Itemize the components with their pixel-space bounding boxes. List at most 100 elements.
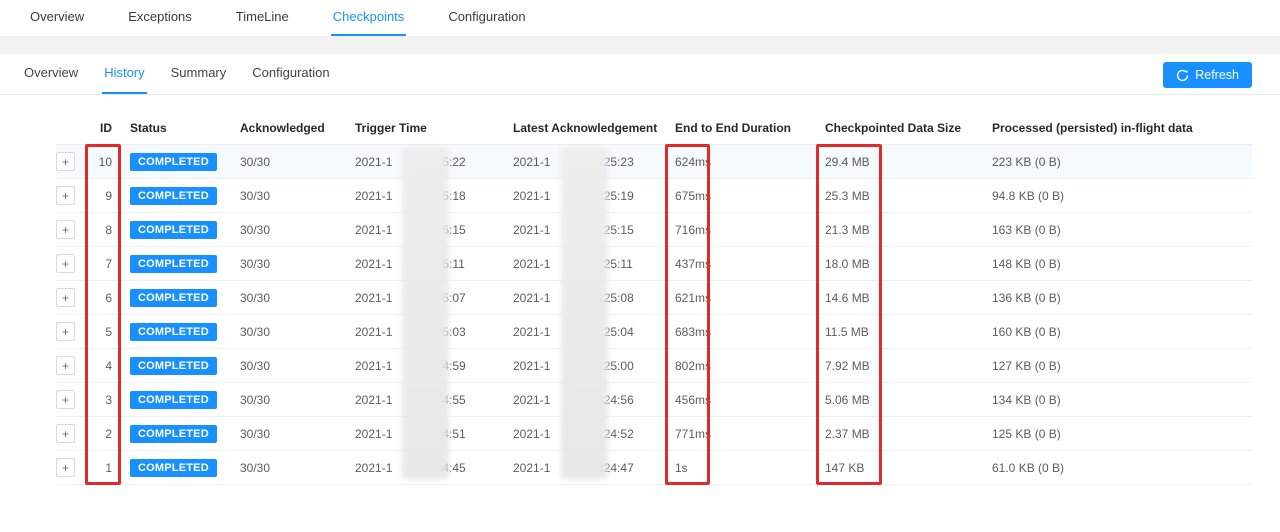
trigger-time-suffix: 5:07 bbox=[442, 291, 465, 305]
expand-row-button[interactable]: + bbox=[56, 424, 75, 443]
data-size-cell: 25.3 MB bbox=[825, 189, 992, 203]
status-cell: COMPLETED bbox=[118, 221, 240, 239]
trigger-time-suffix: 4:55 bbox=[442, 393, 465, 407]
checkpoint-id: 6 bbox=[88, 291, 118, 305]
table-row[interactable]: +6COMPLETED30/302021-15:072021-1:25:0862… bbox=[56, 281, 1252, 315]
expand-row-button[interactable]: + bbox=[56, 186, 75, 205]
processed-cell: 136 KB (0 B) bbox=[992, 291, 1252, 305]
latest-ack-cell: 2021-1:25:00 bbox=[513, 359, 675, 373]
table-row[interactable]: +9COMPLETED30/302021-15:182021-1:25:1967… bbox=[56, 179, 1252, 213]
latest-ack-cell: 2021-1:25:19 bbox=[513, 189, 675, 203]
status-badge: COMPLETED bbox=[130, 391, 217, 409]
latest-ack-cell: 2021-1:24:56 bbox=[513, 393, 675, 407]
expand-row-button[interactable]: + bbox=[56, 458, 75, 477]
data-size-cell: 18.0 MB bbox=[825, 257, 992, 271]
tab-checkpoints[interactable]: Checkpoints bbox=[331, 0, 407, 36]
divider-band bbox=[0, 36, 1280, 54]
latest-ack-cell: 2021-1:25:23 bbox=[513, 155, 675, 169]
trigger-time-prefix: 2021-1 bbox=[355, 359, 392, 373]
status-cell: COMPLETED bbox=[118, 323, 240, 341]
expand-row-button[interactable]: + bbox=[56, 356, 75, 375]
trigger-time-cell: 2021-14:55 bbox=[355, 393, 513, 407]
subtab-summary[interactable]: Summary bbox=[169, 54, 229, 94]
status-badge: COMPLETED bbox=[130, 459, 217, 477]
acknowledged-cell: 30/30 bbox=[240, 427, 355, 441]
data-size-cell: 2.37 MB bbox=[825, 427, 992, 441]
duration-cell: 624ms bbox=[675, 155, 825, 169]
latest-ack-prefix: 2021-1 bbox=[513, 189, 550, 203]
trigger-time-prefix: 2021-1 bbox=[355, 155, 392, 169]
trigger-time-prefix: 2021-1 bbox=[355, 257, 392, 271]
acknowledged-cell: 30/30 bbox=[240, 461, 355, 475]
duration-cell: 1s bbox=[675, 461, 825, 475]
table-body: +10COMPLETED30/302021-15:222021-1:25:236… bbox=[56, 145, 1252, 485]
latest-ack-suffix: :25:04 bbox=[600, 325, 633, 339]
latest-ack-cell: 2021-1:24:52 bbox=[513, 427, 675, 441]
latest-ack-prefix: 2021-1 bbox=[513, 257, 550, 271]
processed-cell: 160 KB (0 B) bbox=[992, 325, 1252, 339]
status-cell: COMPLETED bbox=[118, 255, 240, 273]
checkpoint-history-table: ID Status Acknowledged Trigger Time Late… bbox=[56, 111, 1252, 485]
table-row[interactable]: +2COMPLETED30/302021-14:512021-1:24:5277… bbox=[56, 417, 1252, 451]
processed-cell: 125 KB (0 B) bbox=[992, 427, 1252, 441]
expand-row-button[interactable]: + bbox=[56, 220, 75, 239]
refresh-button[interactable]: Refresh bbox=[1163, 62, 1252, 88]
table-row[interactable]: +8COMPLETED30/302021-15:152021-1:25:1571… bbox=[56, 213, 1252, 247]
status-badge: COMPLETED bbox=[130, 323, 217, 341]
trigger-time-suffix: 4:51 bbox=[442, 427, 465, 441]
tab-configuration[interactable]: Configuration bbox=[446, 0, 527, 36]
trigger-time-prefix: 2021-1 bbox=[355, 223, 392, 237]
table-row[interactable]: +1COMPLETED30/302021-14:452021-1:24:471s… bbox=[56, 451, 1252, 485]
trigger-time-suffix: 5:03 bbox=[442, 325, 465, 339]
subtab-overview[interactable]: Overview bbox=[22, 54, 80, 94]
tab-timeline[interactable]: TimeLine bbox=[234, 0, 291, 36]
table-row[interactable]: +7COMPLETED30/302021-15:112021-1:25:1143… bbox=[56, 247, 1252, 281]
latest-ack-prefix: 2021-1 bbox=[513, 223, 550, 237]
tab-exceptions[interactable]: Exceptions bbox=[126, 0, 194, 36]
table-row[interactable]: +5COMPLETED30/302021-15:032021-1:25:0468… bbox=[56, 315, 1252, 349]
tab-overview[interactable]: Overview bbox=[28, 0, 86, 36]
duration-cell: 456ms bbox=[675, 393, 825, 407]
header-end-to-end-duration: End to End Duration bbox=[675, 121, 825, 135]
expander-cell: + bbox=[56, 254, 88, 273]
expander-cell: + bbox=[56, 424, 88, 443]
expand-row-button[interactable]: + bbox=[56, 254, 75, 273]
checkpoint-id: 5 bbox=[88, 325, 118, 339]
latest-ack-cell: 2021-1:25:04 bbox=[513, 325, 675, 339]
checkpoint-id: 10 bbox=[88, 155, 118, 169]
header-checkpointed-data-size: Checkpointed Data Size bbox=[825, 121, 992, 135]
status-cell: COMPLETED bbox=[118, 357, 240, 375]
header-processed-in-flight-data: Processed (persisted) in-flight data bbox=[992, 121, 1252, 135]
subtab-history[interactable]: History bbox=[102, 54, 146, 94]
processed-cell: 163 KB (0 B) bbox=[992, 223, 1252, 237]
trigger-time-cell: 2021-15:07 bbox=[355, 291, 513, 305]
latest-ack-cell: 2021-1:25:11 bbox=[513, 257, 675, 271]
checkpoint-id: 4 bbox=[88, 359, 118, 373]
trigger-time-cell: 2021-14:51 bbox=[355, 427, 513, 441]
expander-cell: + bbox=[56, 356, 88, 375]
expand-row-button[interactable]: + bbox=[56, 152, 75, 171]
latest-ack-prefix: 2021-1 bbox=[513, 291, 550, 305]
expand-row-button[interactable]: + bbox=[56, 390, 75, 409]
subtab-configuration[interactable]: Configuration bbox=[250, 54, 331, 94]
header-status: Status bbox=[118, 121, 240, 135]
status-cell: COMPLETED bbox=[118, 187, 240, 205]
header-id: ID bbox=[88, 121, 118, 135]
expander-cell: + bbox=[56, 186, 88, 205]
expand-row-button[interactable]: + bbox=[56, 322, 75, 341]
trigger-time-prefix: 2021-1 bbox=[355, 189, 392, 203]
table-row[interactable]: +4COMPLETED30/302021-14:592021-1:25:0080… bbox=[56, 349, 1252, 383]
duration-cell: 683ms bbox=[675, 325, 825, 339]
checkpoints-sub-bar: Overview History Summary Configuration R… bbox=[0, 54, 1280, 95]
table-row[interactable]: +3COMPLETED30/302021-14:552021-1:24:5645… bbox=[56, 383, 1252, 417]
latest-ack-suffix: :25:08 bbox=[600, 291, 633, 305]
acknowledged-cell: 30/30 bbox=[240, 257, 355, 271]
acknowledged-cell: 30/30 bbox=[240, 155, 355, 169]
expander-cell: + bbox=[56, 390, 88, 409]
table-row[interactable]: +10COMPLETED30/302021-15:222021-1:25:236… bbox=[56, 145, 1252, 179]
expand-row-button[interactable]: + bbox=[56, 288, 75, 307]
duration-cell: 802ms bbox=[675, 359, 825, 373]
trigger-time-suffix: 5:15 bbox=[442, 223, 465, 237]
latest-ack-suffix: :25:23 bbox=[600, 155, 633, 169]
checkpoint-id: 8 bbox=[88, 223, 118, 237]
